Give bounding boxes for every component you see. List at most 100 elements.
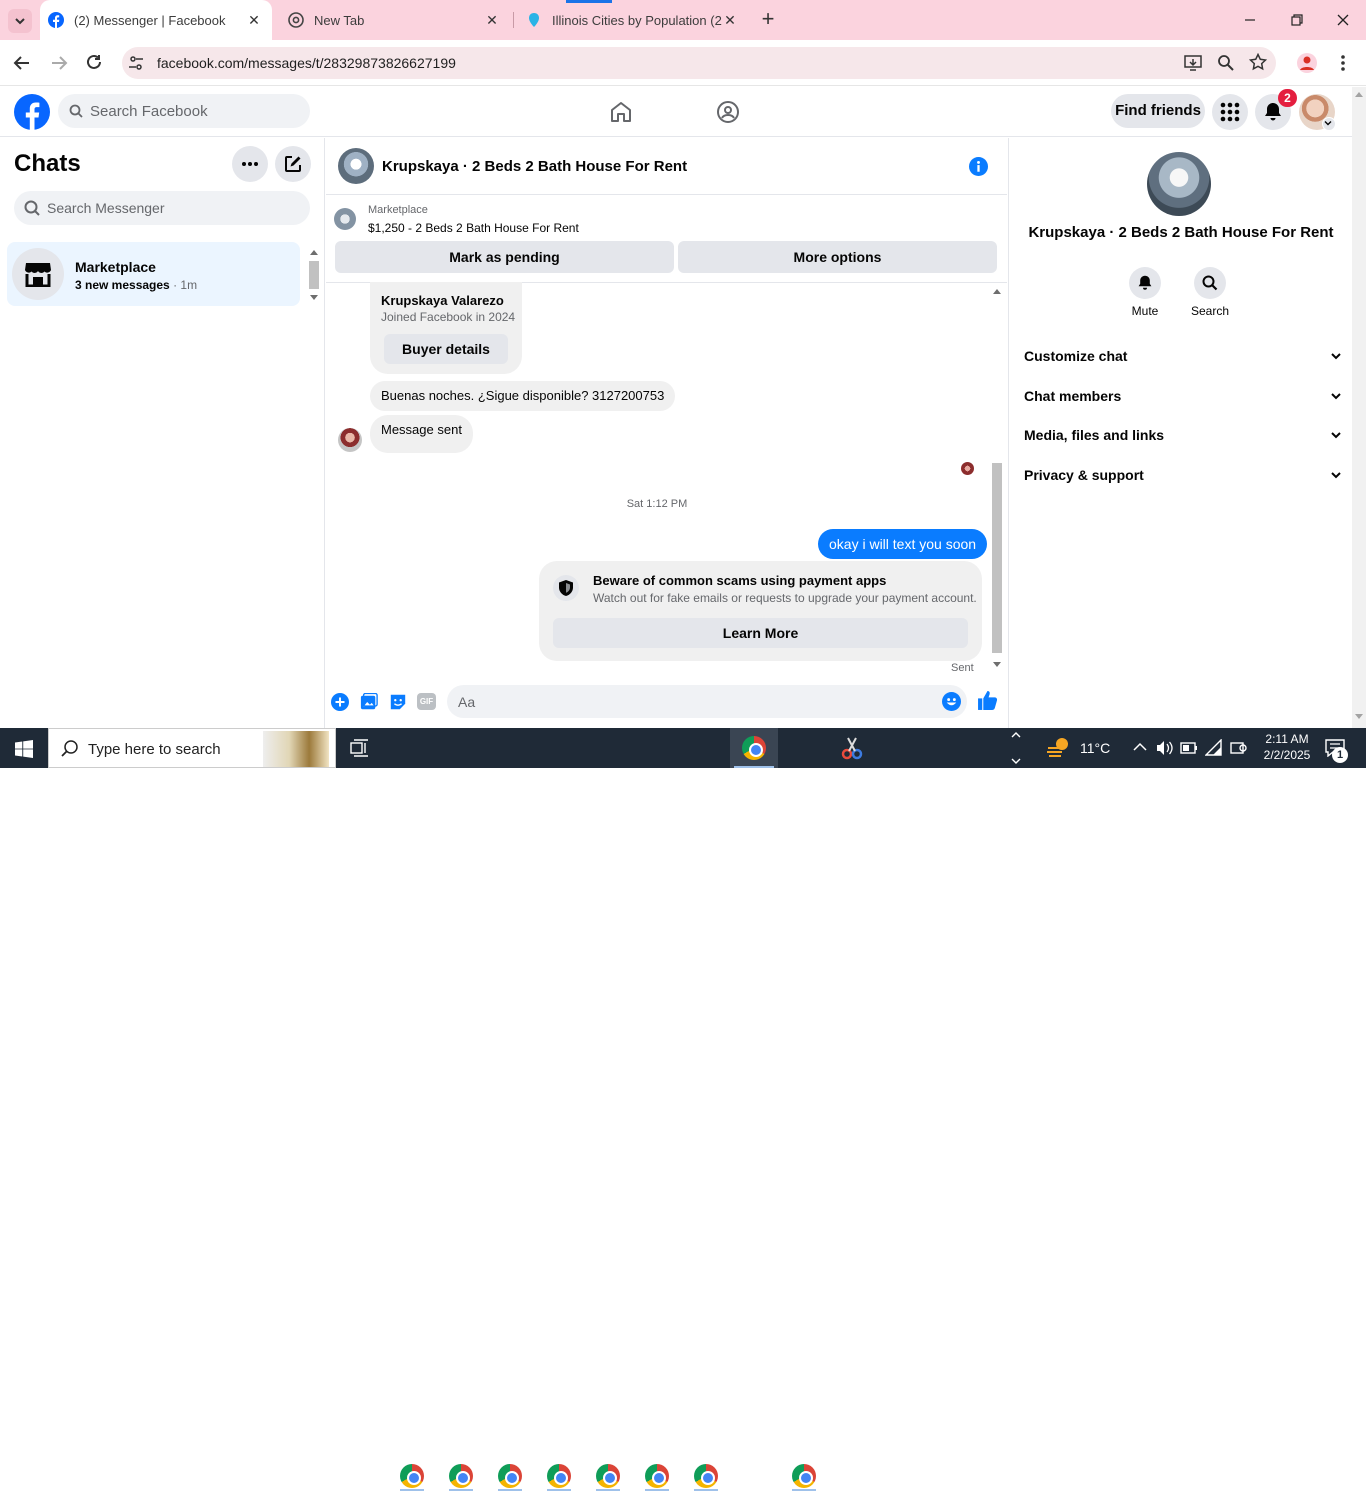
zoom-icon[interactable] [1217,54,1235,72]
chat-list-scrollbar[interactable] [307,246,321,306]
bell-icon [1138,275,1152,290]
details-avatar [1147,152,1211,216]
task-view-icon[interactable] [350,739,370,757]
windows-start-icon[interactable] [15,740,33,758]
close-icon[interactable]: ✕ [722,12,738,28]
wifi-icon[interactable] [1205,739,1223,757]
scroll-down-icon[interactable] [1355,714,1363,720]
marketplace-shop-icon [25,263,51,287]
customize-chat-section[interactable]: Customize chat [1024,348,1342,372]
conversation-scrollbar[interactable] [990,285,1004,672]
more-options-button[interactable]: More options [678,241,997,273]
outgoing-message-bubble[interactable]: okay i will text you soon [818,529,988,559]
taskbar-chrome-5[interactable] [588,1461,628,1491]
taskbar-search-box[interactable]: Type here to search [48,728,336,768]
profile-icon[interactable] [1297,53,1317,73]
info-icon[interactable] [969,157,988,176]
bookmark-star-icon[interactable] [1249,53,1267,71]
site-settings-icon[interactable] [128,55,144,71]
mute-label: Mute [1131,304,1159,318]
scroll-thumb[interactable] [309,261,319,289]
weather-sun-icon[interactable] [1046,736,1072,760]
close-window-button[interactable] [1335,12,1351,28]
groups-icon[interactable] [716,100,740,124]
url-text[interactable]: facebook.com/messages/t/2832987382662719… [157,55,456,71]
restore-button[interactable] [1289,12,1305,28]
page-scrollbar[interactable] [1352,87,1366,728]
scroll-up-icon[interactable] [1355,91,1363,97]
volume-icon[interactable] [1155,739,1173,757]
minimize-button[interactable] [1242,12,1258,28]
taskbar-chrome-8[interactable] [784,1461,824,1491]
message-bubble[interactable]: Message sent [370,415,473,453]
account-menu-chevron[interactable] [1322,117,1336,131]
learn-more-button[interactable]: Learn More [553,618,968,648]
taskbar-chrome-active[interactable] [730,728,778,768]
clock-time[interactable]: 2:11 AM [1252,731,1322,747]
tab-messenger[interactable]: (2) Messenger | Facebook ✕ [40,0,272,40]
new-message-button[interactable] [275,146,311,182]
chrome-menu-icon[interactable] [1340,54,1346,72]
home-icon[interactable] [609,100,633,124]
scroll-up-icon[interactable] [310,249,318,255]
conversation-avatar[interactable] [338,148,374,184]
facebook-logo-icon[interactable] [14,94,50,130]
clock-date[interactable]: 2/2/2025 [1252,747,1322,763]
reload-icon[interactable] [85,53,103,71]
chevron-up-icon[interactable] [1133,742,1147,752]
mute-button[interactable] [1129,267,1161,299]
scroll-chevrons-icon[interactable] [1011,730,1021,766]
chrome-icon [498,1464,522,1488]
conversation-header: Krupskaya · 2 Beds 2 Bath House For Rent [326,138,1007,195]
search-label: Search [1190,304,1230,318]
shield-icon-wrap [553,575,579,601]
chat-list-item[interactable]: Marketplace 3 new messages · 1m [7,242,300,306]
conversation-title[interactable]: Krupskaya · 2 Beds 2 Bath House For Rent [382,158,687,175]
scroll-down-icon[interactable] [993,662,1001,668]
tab-illinois-cities[interactable]: Illinois Cities by Population (202 ✕ [518,0,748,40]
listing-detail[interactable]: $1,250 - 2 Beds 2 Bath House For Rent [368,221,579,235]
emoji-icon[interactable] [942,692,961,711]
message-bubble[interactable]: Buenas noches. ¿Sigue disponible? 312720… [370,381,676,411]
messenger-search-bar[interactable]: Search Messenger [14,191,310,225]
back-arrow-icon[interactable] [12,54,32,72]
media-files-links-section[interactable]: Media, files and links [1024,427,1342,451]
scroll-up-icon[interactable] [993,288,1001,294]
close-icon[interactable]: ✕ [246,12,262,28]
message-composer[interactable]: Aa [447,685,967,718]
weather-temperature[interactable]: 11°C [1080,740,1110,756]
scroll-down-icon[interactable] [310,295,318,301]
taskbar-chrome-4[interactable] [539,1461,579,1491]
chat-members-section[interactable]: Chat members [1024,388,1342,412]
snipping-tool-icon[interactable] [840,736,864,760]
menu-button[interactable] [1212,94,1248,130]
taskbar-chrome-2[interactable] [441,1461,481,1491]
sender-avatar[interactable] [338,428,362,452]
thumbs-up-icon[interactable] [977,690,998,711]
find-friends-button[interactable]: Find friends [1111,94,1205,128]
gallery-icon[interactable] [360,693,378,711]
search-conversation-button[interactable] [1194,267,1226,299]
taskbar-chrome-6[interactable] [637,1461,677,1491]
mark-as-pending-button[interactable]: Mark as pending [335,241,674,273]
taskbar-chrome-1[interactable] [392,1461,432,1491]
taskbar-chrome-3[interactable] [490,1461,530,1491]
chats-options-button[interactable] [232,146,268,182]
forward-arrow-icon[interactable] [49,54,69,72]
scroll-thumb[interactable] [992,463,1002,653]
install-app-icon[interactable] [1184,54,1202,72]
new-tab-button[interactable]: + [758,8,778,30]
tab-new-tab[interactable]: New Tab ✕ [280,0,510,40]
plus-circle-icon[interactable] [331,693,349,711]
privacy-support-section[interactable]: Privacy & support [1024,467,1342,491]
sticker-icon[interactable] [389,693,407,711]
gif-icon[interactable]: GIF [417,693,436,710]
close-icon[interactable]: ✕ [484,12,500,28]
search-highlight-image [263,731,329,767]
taskbar-chrome-7[interactable] [686,1461,726,1491]
network-icon[interactable] [1229,739,1247,757]
buyer-details-button[interactable]: Buyer details [384,334,508,364]
battery-icon[interactable] [1180,740,1198,756]
tab-search-button[interactable] [8,9,32,33]
facebook-search-bar[interactable]: Search Facebook [58,94,310,128]
